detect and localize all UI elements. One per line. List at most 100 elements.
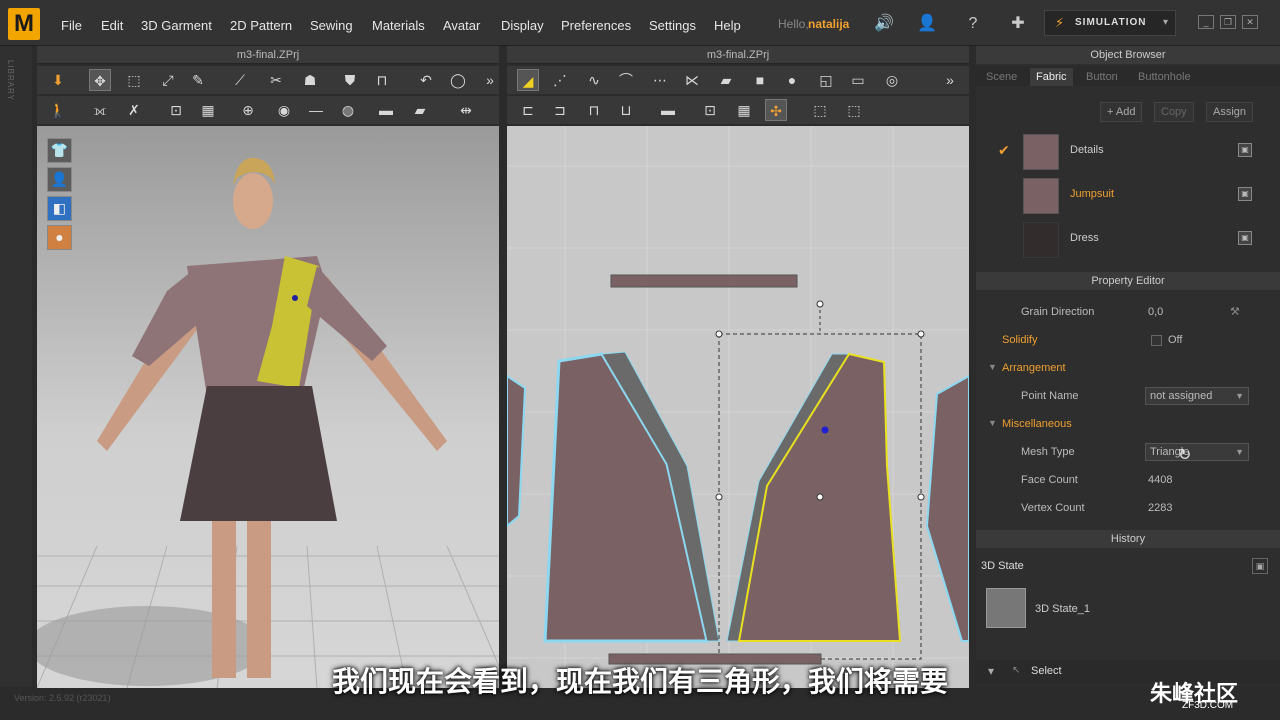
help-icon[interactable]: ? — [961, 12, 985, 36]
polygon-icon[interactable]: ▰ — [715, 69, 737, 91]
tape-view-icon[interactable]: ◧ — [47, 196, 72, 221]
more-icon[interactable]: » — [483, 69, 497, 91]
edit-point-icon[interactable]: ⋰ — [549, 69, 571, 91]
edit-icon[interactable]: ✎ — [187, 69, 209, 91]
fabric-item-details[interactable]: ✔ Details ▣ — [990, 131, 1260, 173]
user-name[interactable]: natalija — [808, 17, 849, 31]
chevron-down-icon[interactable]: ▾ — [1163, 11, 1169, 35]
close-icon[interactable]: ✕ — [1242, 15, 1258, 29]
shirt-icon[interactable]: ⛊ — [339, 69, 361, 91]
menu-preferences[interactable]: Preferences — [561, 18, 631, 33]
buttonhole-icon[interactable]: ◉ — [273, 99, 295, 121]
menu-sewing[interactable]: Sewing — [310, 18, 353, 33]
simulation-button[interactable]: ⚡ SIMULATION ▾ — [1044, 10, 1176, 36]
edit-curve-icon[interactable]: ⌒ — [615, 69, 637, 91]
circle-icon[interactable]: ● — [781, 69, 803, 91]
fold-icon[interactable]: ⟗ — [89, 99, 111, 121]
viewport-3d[interactable]: 👕 👤 ◧ ● — [37, 126, 499, 688]
grain-icon[interactable]: ✣ — [765, 99, 787, 121]
trash-icon[interactable]: ▣ — [1252, 558, 1268, 574]
menu-file[interactable]: File — [61, 18, 82, 33]
pin-icon[interactable]: ☗ — [299, 69, 321, 91]
internal-rect-icon[interactable]: ▭ — [847, 69, 869, 91]
avatar-view-icon[interactable]: 👤 — [47, 167, 72, 192]
menu-materials[interactable]: Materials — [372, 18, 425, 33]
internal-polygon-icon[interactable]: ◱ — [815, 69, 837, 91]
annotation-icon[interactable]: ⬚ — [843, 99, 865, 121]
tape-icon[interactable]: ◯ — [447, 69, 469, 91]
grain-direction-value[interactable]: 0,0 — [1148, 306, 1163, 318]
minimize-icon[interactable]: _ — [1198, 15, 1214, 29]
tab-buttonhole[interactable]: Buttonhole — [1132, 68, 1197, 86]
collapse-icon[interactable]: ▼ — [988, 362, 997, 372]
fit-icon[interactable]: ⊡ — [165, 99, 187, 121]
assign-button[interactable]: Assign — [1206, 102, 1254, 122]
skin-view-icon[interactable]: ● — [47, 225, 72, 250]
add-button[interactable]: + Add — [1100, 102, 1143, 122]
topstitch-icon[interactable]: ◍ — [337, 99, 359, 121]
fabric-menu-icon[interactable]: ▣ — [1238, 231, 1252, 245]
shirt-view-icon[interactable]: 👕 — [47, 138, 72, 163]
copy-button[interactable]: Copy — [1154, 102, 1194, 122]
tack-icon[interactable]: ✂ — [265, 69, 287, 91]
volume-icon[interactable]: 🔊 — [872, 12, 896, 36]
history-item[interactable]: 3D State_1 — [980, 584, 1270, 634]
add-point-icon[interactable]: ⋯ — [649, 69, 671, 91]
seam-icon[interactable]: ⊏ — [517, 99, 539, 121]
edit-segment-icon[interactable]: ⋉ — [681, 69, 703, 91]
notch-icon[interactable]: ⬚ — [809, 99, 831, 121]
puckering-icon[interactable]: ▬ — [375, 99, 397, 121]
point-name-select[interactable]: not assigned ▼ — [1145, 387, 1249, 405]
library-strip[interactable] — [0, 46, 32, 686]
measure-tool-icon[interactable]: ⇹ — [455, 99, 477, 121]
transform-pattern-icon[interactable]: ◢ — [517, 69, 539, 91]
internal-circle-icon[interactable]: ◎ — [881, 69, 903, 91]
rotate-handle[interactable] — [816, 300, 824, 308]
prop-arrangement[interactable]: ▼ Arrangement — [980, 357, 1270, 381]
viewport-2d[interactable] — [507, 126, 969, 688]
free-sewing-icon[interactable]: ⊓ — [583, 99, 605, 121]
edit-texture-icon[interactable]: ▦ — [733, 99, 755, 121]
tab-fabric[interactable]: Fabric — [1030, 68, 1073, 86]
tab-scene[interactable]: Scene — [980, 68, 1023, 86]
collapse-icon[interactable]: ▼ — [988, 418, 997, 428]
menu-2d-pattern[interactable]: 2D Pattern — [230, 18, 292, 33]
menu-settings[interactable]: Settings — [649, 18, 696, 33]
arrow-down-icon[interactable]: ⬇ — [47, 69, 69, 91]
curve-point-icon[interactable]: ∿ — [583, 69, 605, 91]
texture-icon[interactable]: ▦ — [197, 99, 219, 121]
menu-edit[interactable]: Edit — [101, 18, 123, 33]
solidify-checkbox[interactable] — [1151, 335, 1162, 346]
button-icon[interactable]: ⊕ — [237, 99, 259, 121]
avatar-add-icon[interactable]: ✚ — [1006, 12, 1030, 36]
fold-arrangement-icon[interactable]: ▬ — [657, 99, 679, 121]
user-icon[interactable]: 👤 — [915, 12, 939, 36]
menu-avatar[interactable]: Avatar — [443, 18, 480, 33]
more-2d-icon[interactable]: » — [943, 69, 957, 91]
iron-icon[interactable]: ✗ — [123, 99, 145, 121]
fabric-item-jumpsuit[interactable]: Jumpsuit ▣ — [990, 175, 1260, 217]
segment-icon[interactable]: ⟋ — [229, 69, 251, 91]
check-sewing-icon[interactable]: ⊔ — [615, 99, 637, 121]
restore-icon[interactable]: ❐ — [1220, 15, 1236, 29]
library-label[interactable]: LIBRARY — [6, 60, 15, 101]
pants-icon[interactable]: ⊓ — [371, 69, 393, 91]
fabric-menu-icon[interactable]: ▣ — [1238, 143, 1252, 157]
menu-help[interactable]: Help — [714, 18, 741, 33]
zipper-icon[interactable]: — — [305, 99, 327, 121]
prop-miscellaneous[interactable]: ▼ Miscellaneous — [980, 413, 1270, 437]
move-tool-icon[interactable]: ✥ — [89, 69, 111, 91]
transform-icon[interactable]: ⤢ — [157, 69, 179, 91]
tape-tool-icon[interactable]: ▰ — [409, 99, 431, 121]
avatar-pose-icon[interactable]: 🚶 — [47, 99, 69, 121]
wrench-icon[interactable]: ⚒ — [1230, 305, 1240, 318]
trace-icon[interactable]: ⊡ — [699, 99, 721, 121]
fabric-menu-icon[interactable]: ▣ — [1238, 187, 1252, 201]
fabric-item-dress[interactable]: Dress ▣ — [990, 219, 1260, 261]
menu-display[interactable]: Display — [501, 18, 544, 33]
menu-3d-garment[interactable]: 3D Garment — [141, 18, 212, 33]
measure-icon[interactable]: ↶ — [415, 69, 437, 91]
segment-sewing-icon[interactable]: ⊐ — [549, 99, 571, 121]
rectangle-icon[interactable]: ■ — [749, 69, 771, 91]
select-box-icon[interactable]: ⬚ — [123, 69, 145, 91]
